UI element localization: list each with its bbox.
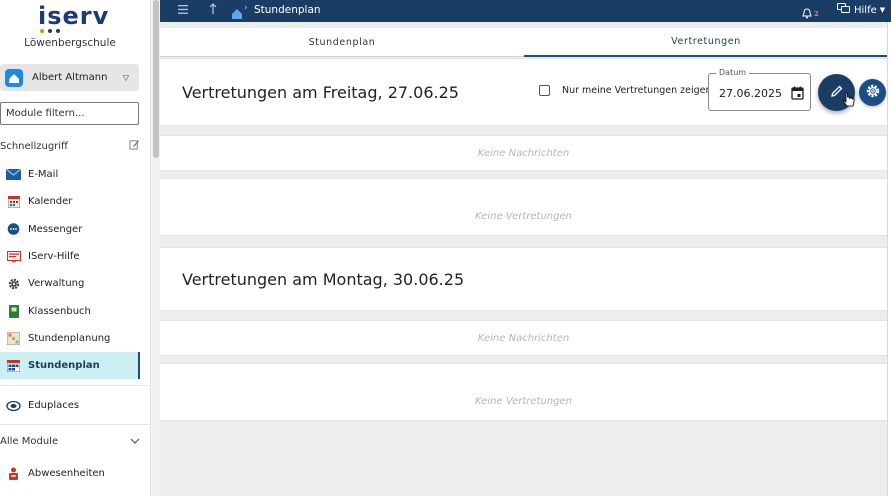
sidebar-divider xyxy=(0,424,150,425)
day-title: Vertretungen am Montag, 30.06.25 xyxy=(182,270,465,289)
settings-button[interactable] xyxy=(859,79,886,106)
gear-icon xyxy=(6,277,21,290)
sidebar-item-klassenbuch[interactable]: Klassenbuch xyxy=(0,297,140,324)
day-header-card: Vertretungen am Montag, 30.06.25 xyxy=(160,247,887,311)
quick-access-label: Schnellzugriff xyxy=(0,140,68,152)
sidebar-item-stundenplanung[interactable]: Stundenplanung xyxy=(0,325,140,352)
quick-access-list: E-Mail Kalender Messenger IServ-Hilfe Ve… xyxy=(0,161,140,380)
sidebar-item-email[interactable]: E-Mail xyxy=(0,161,140,188)
only-mine-checkbox[interactable] xyxy=(539,85,550,96)
top-bar: › Stundenplan 2 Hilfe ▼ xyxy=(160,0,891,22)
home-icon[interactable] xyxy=(231,4,243,23)
user-menu[interactable]: Albert Altmann ▽ xyxy=(0,64,139,91)
no-substitutions-text: Keine Vertretungen xyxy=(475,211,572,222)
sidebar-item-iserv-hilfe[interactable]: IServ-Hilfe xyxy=(0,243,140,270)
help-label: Hilfe xyxy=(854,4,877,16)
date-legend: Datum xyxy=(716,68,750,77)
gear-icon xyxy=(866,83,880,102)
notification-count: 2 xyxy=(814,9,819,18)
user-avatar-icon xyxy=(5,68,23,87)
mouse-pointer-icon xyxy=(843,92,855,111)
user-name: Albert Altmann xyxy=(32,72,108,83)
breadcrumb-separator: › xyxy=(244,3,248,13)
sidebar-scrollbar[interactable] xyxy=(150,0,160,496)
planning-icon xyxy=(6,331,21,345)
absence-icon xyxy=(6,467,21,481)
help-chat-icon xyxy=(837,3,850,17)
book-icon xyxy=(6,304,21,318)
no-messages-text: Keine Nachrichten xyxy=(477,333,570,344)
iserv-logo[interactable]: iserv xyxy=(38,4,108,34)
school-name: Löwenbergschule xyxy=(24,37,116,49)
sidebar-item-verwaltung[interactable]: Verwaltung xyxy=(0,270,140,297)
chevron-down-icon xyxy=(130,436,140,447)
edit-icon[interactable] xyxy=(129,139,140,153)
quick-access-header: Schnellzugriff xyxy=(0,139,140,153)
timetable-icon xyxy=(6,359,21,372)
notifications-button[interactable]: 2 xyxy=(802,4,819,23)
help-screen-icon xyxy=(6,250,21,263)
calendar-icon[interactable] xyxy=(791,85,804,104)
only-mine-filter[interactable]: Nur meine Vertretungen zeigen xyxy=(539,85,712,96)
sidebar-item-calendar[interactable]: Kalender xyxy=(0,188,140,215)
menu-icon[interactable] xyxy=(178,4,188,17)
caret-down-icon: ▽ xyxy=(122,73,129,82)
tab-bar: Stundenplan Vertretungen xyxy=(160,28,888,57)
messages-card: Keine Nachrichten xyxy=(160,320,887,356)
calendar-icon xyxy=(6,195,21,208)
main-content: Stundenplan Vertretungen Vertretungen am… xyxy=(160,22,891,496)
date-field[interactable]: Datum 27.06.2025 xyxy=(708,68,811,111)
module-filter-input[interactable] xyxy=(0,102,139,125)
pencil-icon xyxy=(830,83,844,102)
sidebar-item-eduplaces[interactable]: Eduplaces xyxy=(0,392,140,419)
arrow-up-icon[interactable] xyxy=(209,3,217,18)
breadcrumb-current[interactable]: Stundenplan xyxy=(254,4,321,16)
tab-stundenplan[interactable]: Stundenplan xyxy=(160,28,524,57)
eduplaces-icon xyxy=(6,399,21,412)
only-mine-label: Nur meine Vertretungen zeigen xyxy=(562,85,712,96)
messages-card: Keine Nachrichten xyxy=(160,135,887,171)
sidebar-item-messenger[interactable]: Messenger xyxy=(0,216,140,243)
sidebar: iserv Löwenbergschule Albert Altmann ▽ S… xyxy=(0,0,150,496)
all-modules-label: Alle Module xyxy=(0,436,59,447)
bell-icon xyxy=(802,4,812,23)
sidebar-divider xyxy=(0,385,150,386)
no-messages-text: Keine Nachrichten xyxy=(477,148,570,159)
sidebar-scroll-thumb[interactable] xyxy=(153,0,159,158)
all-modules-list: Abwesenheiten xyxy=(0,460,140,487)
day-title: Vertretungen am Freitag, 27.06.25 xyxy=(182,83,459,102)
chat-icon xyxy=(6,222,21,236)
eduplaces-section: Eduplaces xyxy=(0,392,140,419)
main-scrollbar[interactable] xyxy=(887,22,891,496)
sidebar-item-abwesenheiten[interactable]: Abwesenheiten xyxy=(0,460,140,487)
tab-vertretungen[interactable]: Vertretungen xyxy=(524,28,888,57)
caret-down-icon: ▼ xyxy=(879,6,886,14)
substitutions-card: Keine Vertretungen xyxy=(160,178,887,236)
substitutions-card: Keine Vertretungen xyxy=(160,363,887,421)
all-modules-header[interactable]: Alle Module xyxy=(0,436,140,447)
help-menu-button[interactable]: Hilfe ▼ xyxy=(837,3,885,17)
no-substitutions-text: Keine Vertretungen xyxy=(475,396,572,407)
date-value[interactable]: 27.06.2025 xyxy=(719,87,782,100)
mail-icon xyxy=(6,168,21,181)
sidebar-item-stundenplan[interactable]: Stundenplan xyxy=(0,352,140,380)
